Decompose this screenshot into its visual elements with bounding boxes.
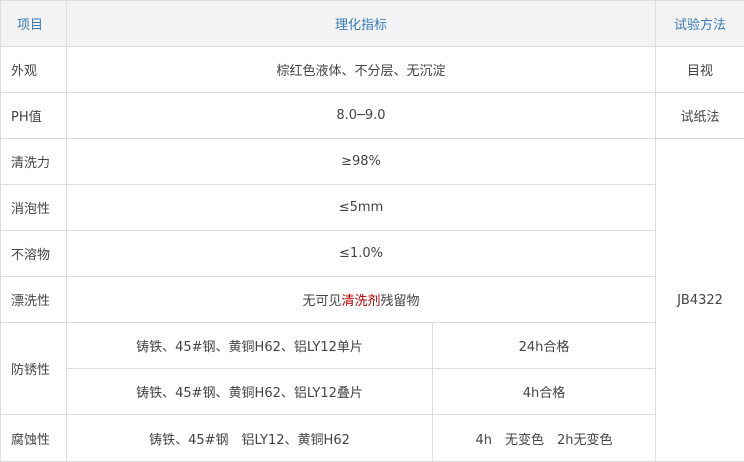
row-corrosion-result: 4h 无变色 2h无变色 bbox=[433, 415, 656, 462]
table-row: 不溶物 ≤1.0% bbox=[1, 231, 744, 277]
rinsing-text-before: 无可见 bbox=[302, 294, 341, 309]
spec-table: 项目 理化指标 试验方法 外观 棕红色液体、不分层、无沉淀 目视 PH值 8.0… bbox=[0, 0, 744, 462]
row-item-foaming: 消泡性 bbox=[1, 185, 67, 231]
rinsing-highlight-link[interactable]: 清洗剂 bbox=[342, 294, 381, 309]
table-row: 漂洗性 无可见清洗剂残留物 bbox=[1, 277, 744, 323]
row-spec-cleaning: ≥98% bbox=[67, 139, 656, 185]
row-spec-appearance: 棕红色液体、不分层、无沉淀 bbox=[67, 47, 656, 93]
row-rust-result-1: 24h合格 bbox=[433, 323, 656, 369]
row-item-rust: 防锈性 bbox=[1, 323, 67, 415]
table-row: 铸铁、45#钢、黄铜H62、铝LY12叠片 4h合格 bbox=[1, 369, 744, 415]
row-spec-insoluble: ≤1.0% bbox=[67, 231, 656, 277]
row-spec-ph: 8.0─9.0 bbox=[67, 93, 656, 139]
header-item: 项目 bbox=[1, 1, 67, 47]
row-corrosion-material: 铸铁、45#钢 铝LY12、黄铜H62 bbox=[67, 415, 433, 462]
row-method-appearance: 目视 bbox=[656, 47, 744, 93]
row-spec-foaming: ≤5mm bbox=[67, 185, 656, 231]
rinsing-text-after: 残留物 bbox=[381, 294, 420, 309]
table-row: 清洗力 ≥98% JB4322 bbox=[1, 139, 744, 185]
table-row: PH值 8.0─9.0 试纸法 bbox=[1, 93, 744, 139]
row-item-rinsing: 漂洗性 bbox=[1, 277, 67, 323]
row-rust-material-1: 铸铁、45#钢、黄铜H62、铝LY12单片 bbox=[67, 323, 433, 369]
table-row: 消泡性 ≤5mm bbox=[1, 185, 744, 231]
table-row: 腐蚀性 铸铁、45#钢 铝LY12、黄铜H62 4h 无变色 2h无变色 bbox=[1, 415, 744, 462]
row-item-ph: PH值 bbox=[1, 93, 67, 139]
row-rust-result-2: 4h合格 bbox=[433, 369, 656, 415]
row-method-ph: 试纸法 bbox=[656, 93, 744, 139]
row-item-appearance: 外观 bbox=[1, 47, 67, 93]
row-item-corrosion: 腐蚀性 bbox=[1, 415, 67, 462]
row-spec-rinsing: 无可见清洗剂残留物 bbox=[67, 277, 656, 323]
row-item-insoluble: 不溶物 bbox=[1, 231, 67, 277]
table-row: 防锈性 铸铁、45#钢、黄铜H62、铝LY12单片 24h合格 bbox=[1, 323, 744, 369]
header-method: 试验方法 bbox=[656, 1, 744, 47]
row-item-cleaning: 清洗力 bbox=[1, 139, 67, 185]
header-row: 项目 理化指标 试验方法 bbox=[1, 1, 744, 47]
row-method-jb4322: JB4322 bbox=[656, 139, 744, 462]
table-row: 外观 棕红色液体、不分层、无沉淀 目视 bbox=[1, 47, 744, 93]
row-rust-material-2: 铸铁、45#钢、黄铜H62、铝LY12叠片 bbox=[67, 369, 433, 415]
header-spec: 理化指标 bbox=[67, 1, 656, 47]
